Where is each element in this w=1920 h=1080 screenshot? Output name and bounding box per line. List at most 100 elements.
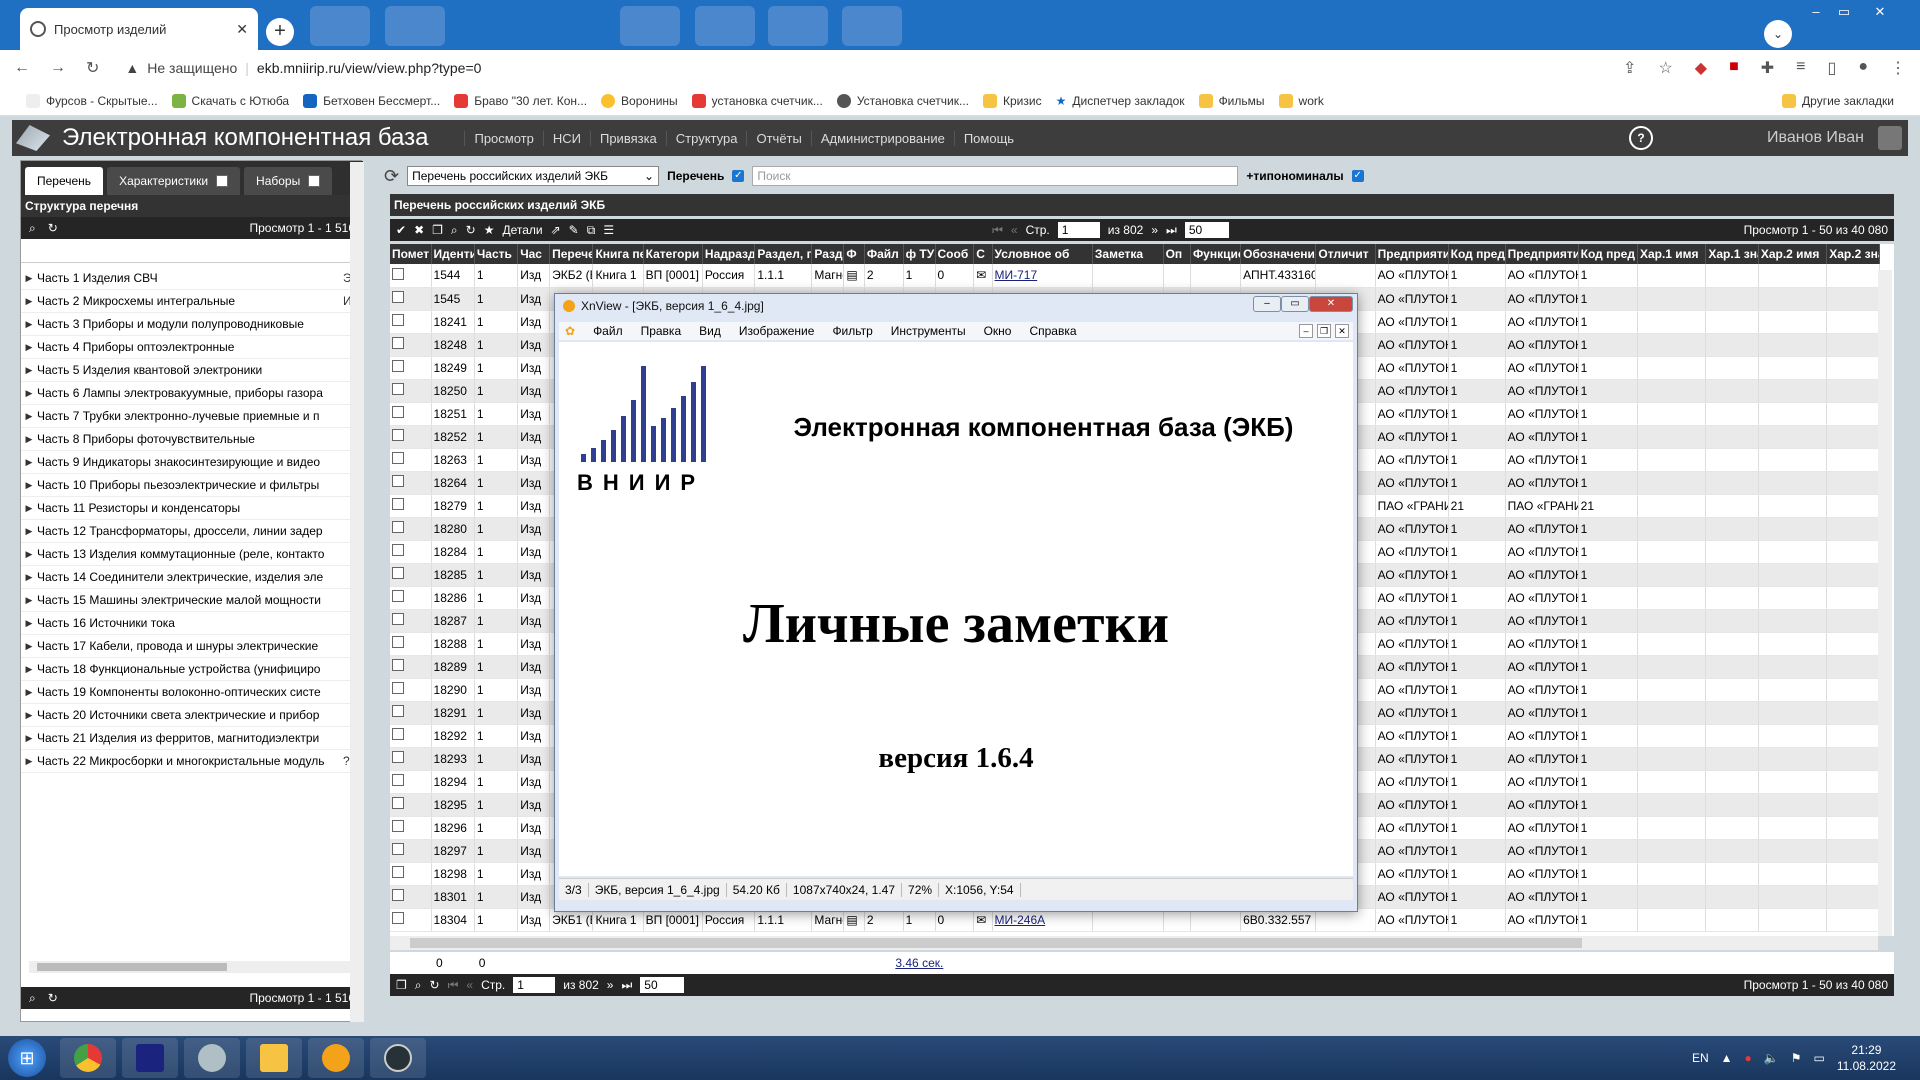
document-icon[interactable]: ▤: [846, 268, 857, 282]
column-header[interactable]: Сооб: [935, 244, 975, 264]
other-bookmarks[interactable]: Другие закладки: [1782, 93, 1894, 108]
tab-checkbox[interactable]: [308, 175, 321, 187]
bookmark-item[interactable]: установка счетчик...: [691, 93, 823, 108]
side-panel-icon[interactable]: ▯: [1828, 58, 1837, 78]
column-header[interactable]: Хар.1 зна: [1705, 244, 1759, 264]
row-checkbox[interactable]: [392, 912, 404, 924]
more-icon[interactable]: ⋮: [1890, 58, 1906, 78]
expand-arrow-icon[interactable]: ▶: [21, 756, 37, 767]
language-indicator[interactable]: EN: [1692, 1051, 1709, 1065]
tab-checkbox[interactable]: [216, 175, 229, 187]
bookmark-folder[interactable]: Фильмы: [1198, 93, 1265, 108]
menu-tools[interactable]: Инструменты: [891, 324, 966, 338]
menu-help[interactable]: Справка: [1029, 324, 1076, 338]
expand-arrow-icon[interactable]: ▶: [21, 526, 37, 537]
menu-view[interactable]: Просмотр: [464, 130, 542, 146]
row-checkbox[interactable]: [392, 613, 404, 625]
perechen-checkbox[interactable]: ✓: [732, 170, 745, 182]
grid-horizontal-scrollbar[interactable]: [390, 936, 1878, 950]
star-icon[interactable]: ★: [484, 223, 495, 237]
prev-page-icon[interactable]: «: [1011, 223, 1018, 237]
prev-page-icon[interactable]: «: [466, 978, 473, 992]
structure-list-item[interactable]: ▶ Часть 4 Приборы оптоэлектронные: [21, 336, 363, 359]
structure-list-item[interactable]: ▶ Часть 9 Индикаторы знакосинтезирующие и…: [21, 451, 363, 474]
table-row[interactable]: 15441ИздЭКБ2 (ВкКнига 1ВП [0001]Россия1.…: [390, 264, 1880, 288]
row-checkbox[interactable]: [392, 406, 404, 418]
column-header[interactable]: Иденти: [431, 244, 475, 264]
menu-edit[interactable]: Правка: [641, 324, 682, 338]
row-checkbox[interactable]: [392, 567, 404, 579]
mail-icon[interactable]: ✉: [976, 268, 986, 282]
url-text[interactable]: ekb.mniirip.ru/view/view.php?type=0: [257, 60, 482, 76]
last-page-icon[interactable]: ⏭: [1166, 223, 1177, 238]
check-icon[interactable]: ✔: [396, 223, 406, 237]
structure-list-item[interactable]: ▶ Часть 12 Трансформаторы, дроссели, лини…: [21, 520, 363, 543]
column-header[interactable]: Хар.2 имя: [1758, 244, 1828, 264]
column-header[interactable]: Оп: [1163, 244, 1191, 264]
profile-icon[interactable]: ●: [1858, 58, 1868, 78]
structure-list-item[interactable]: ▶Часть 2 Микросхемы интегральныеИнт: [21, 290, 363, 313]
details-label[interactable]: Детали: [502, 223, 542, 237]
row-checkbox[interactable]: [392, 544, 404, 556]
restore-icon[interactable]: ❐: [1317, 324, 1331, 338]
minimize-icon[interactable]: –: [1802, 4, 1830, 24]
refresh-icon[interactable]: ↻: [48, 987, 58, 1009]
structure-list-item[interactable]: ▶ Часть 13 Изделия коммутационные (реле, …: [21, 543, 363, 566]
xnview-window[interactable]: XnView - [ЭКБ, версия 1_6_4.jpg] – ▭ ✕ ✿…: [554, 293, 1358, 912]
menu-nsi[interactable]: НСИ: [542, 130, 590, 146]
minimize-icon[interactable]: –: [1299, 324, 1313, 338]
structure-list-item[interactable]: ▶ Часть 20 Источники света электрические …: [21, 704, 363, 727]
typonominal-checkbox[interactable]: ✓: [1351, 170, 1364, 182]
expand-arrow-icon[interactable]: ▶: [21, 710, 37, 721]
column-header[interactable]: Час: [517, 244, 551, 264]
clock[interactable]: 21:29 11.08.2022: [1837, 1042, 1896, 1074]
pdf-extension-icon[interactable]: ■: [1729, 58, 1739, 78]
tab-perechen[interactable]: Перечень: [25, 167, 104, 195]
expand-arrow-icon[interactable]: ▶: [21, 641, 37, 652]
row-checkbox[interactable]: [392, 383, 404, 395]
extension-icon[interactable]: ◆: [1695, 58, 1707, 78]
expand-arrow-icon[interactable]: ▶: [21, 480, 37, 491]
expand-arrow-icon[interactable]: ▶: [21, 618, 37, 629]
close-window-icon[interactable]: ✕: [1866, 4, 1894, 24]
column-header[interactable]: Функцио: [1190, 244, 1242, 264]
expand-arrow-icon[interactable]: ▶: [21, 664, 37, 675]
xnview-titlebar[interactable]: XnView - [ЭКБ, версия 1_6_4.jpg]: [555, 294, 1357, 318]
search-icon[interactable]: ⌕: [415, 978, 422, 993]
column-header[interactable]: Обозначени: [1240, 244, 1317, 264]
refresh-icon[interactable]: ↻: [430, 978, 440, 992]
column-header[interactable]: С: [973, 244, 993, 264]
scroll-thumb[interactable]: [37, 963, 227, 971]
column-header[interactable]: Файл: [864, 244, 904, 264]
column-header[interactable]: Хар.2 зна: [1826, 244, 1880, 264]
network-icon[interactable]: ⚑: [1791, 1051, 1802, 1065]
row-checkbox[interactable]: [392, 429, 404, 441]
last-page-icon[interactable]: ⏭: [621, 978, 632, 993]
antivirus-icon[interactable]: ●: [1745, 1051, 1752, 1065]
edit-icon[interactable]: ✎: [569, 223, 579, 237]
expand-arrow-icon[interactable]: ▶: [21, 296, 37, 307]
maximize-icon[interactable]: ▭: [1830, 4, 1858, 24]
menu-window[interactable]: Окно: [984, 324, 1012, 338]
query-time[interactable]: 3.46 сек.: [895, 956, 943, 970]
bookmark-item[interactable]: Фурсов - Скрытые...: [26, 93, 158, 108]
page-input[interactable]: 1: [513, 977, 556, 993]
row-checkbox[interactable]: [392, 659, 404, 671]
row-checkbox[interactable]: [392, 360, 404, 372]
row-checkbox[interactable]: [392, 774, 404, 786]
export-icon[interactable]: ⇗: [551, 223, 561, 237]
row-checkbox[interactable]: [392, 751, 404, 763]
column-header[interactable]: Заметка: [1092, 244, 1164, 264]
list-select[interactable]: Перечень российских изделий ЭКБ ⌄: [407, 166, 660, 186]
expand-arrow-icon[interactable]: ▶: [21, 388, 37, 399]
taskbar-chrome[interactable]: [60, 1038, 116, 1078]
back-icon[interactable]: ←: [14, 59, 30, 77]
column-header[interactable]: Разд: [811, 244, 845, 264]
column-header[interactable]: Хар.1 имя: [1637, 244, 1707, 264]
expand-arrow-icon[interactable]: ▶: [21, 733, 37, 744]
expand-arrow-icon[interactable]: ▶: [21, 549, 37, 560]
grid-vertical-scrollbar[interactable]: [1878, 270, 1892, 936]
search-input[interactable]: Поиск: [752, 166, 1239, 186]
menu-help[interactable]: Помощь: [953, 130, 1023, 146]
column-header[interactable]: Условное об: [992, 244, 1093, 264]
